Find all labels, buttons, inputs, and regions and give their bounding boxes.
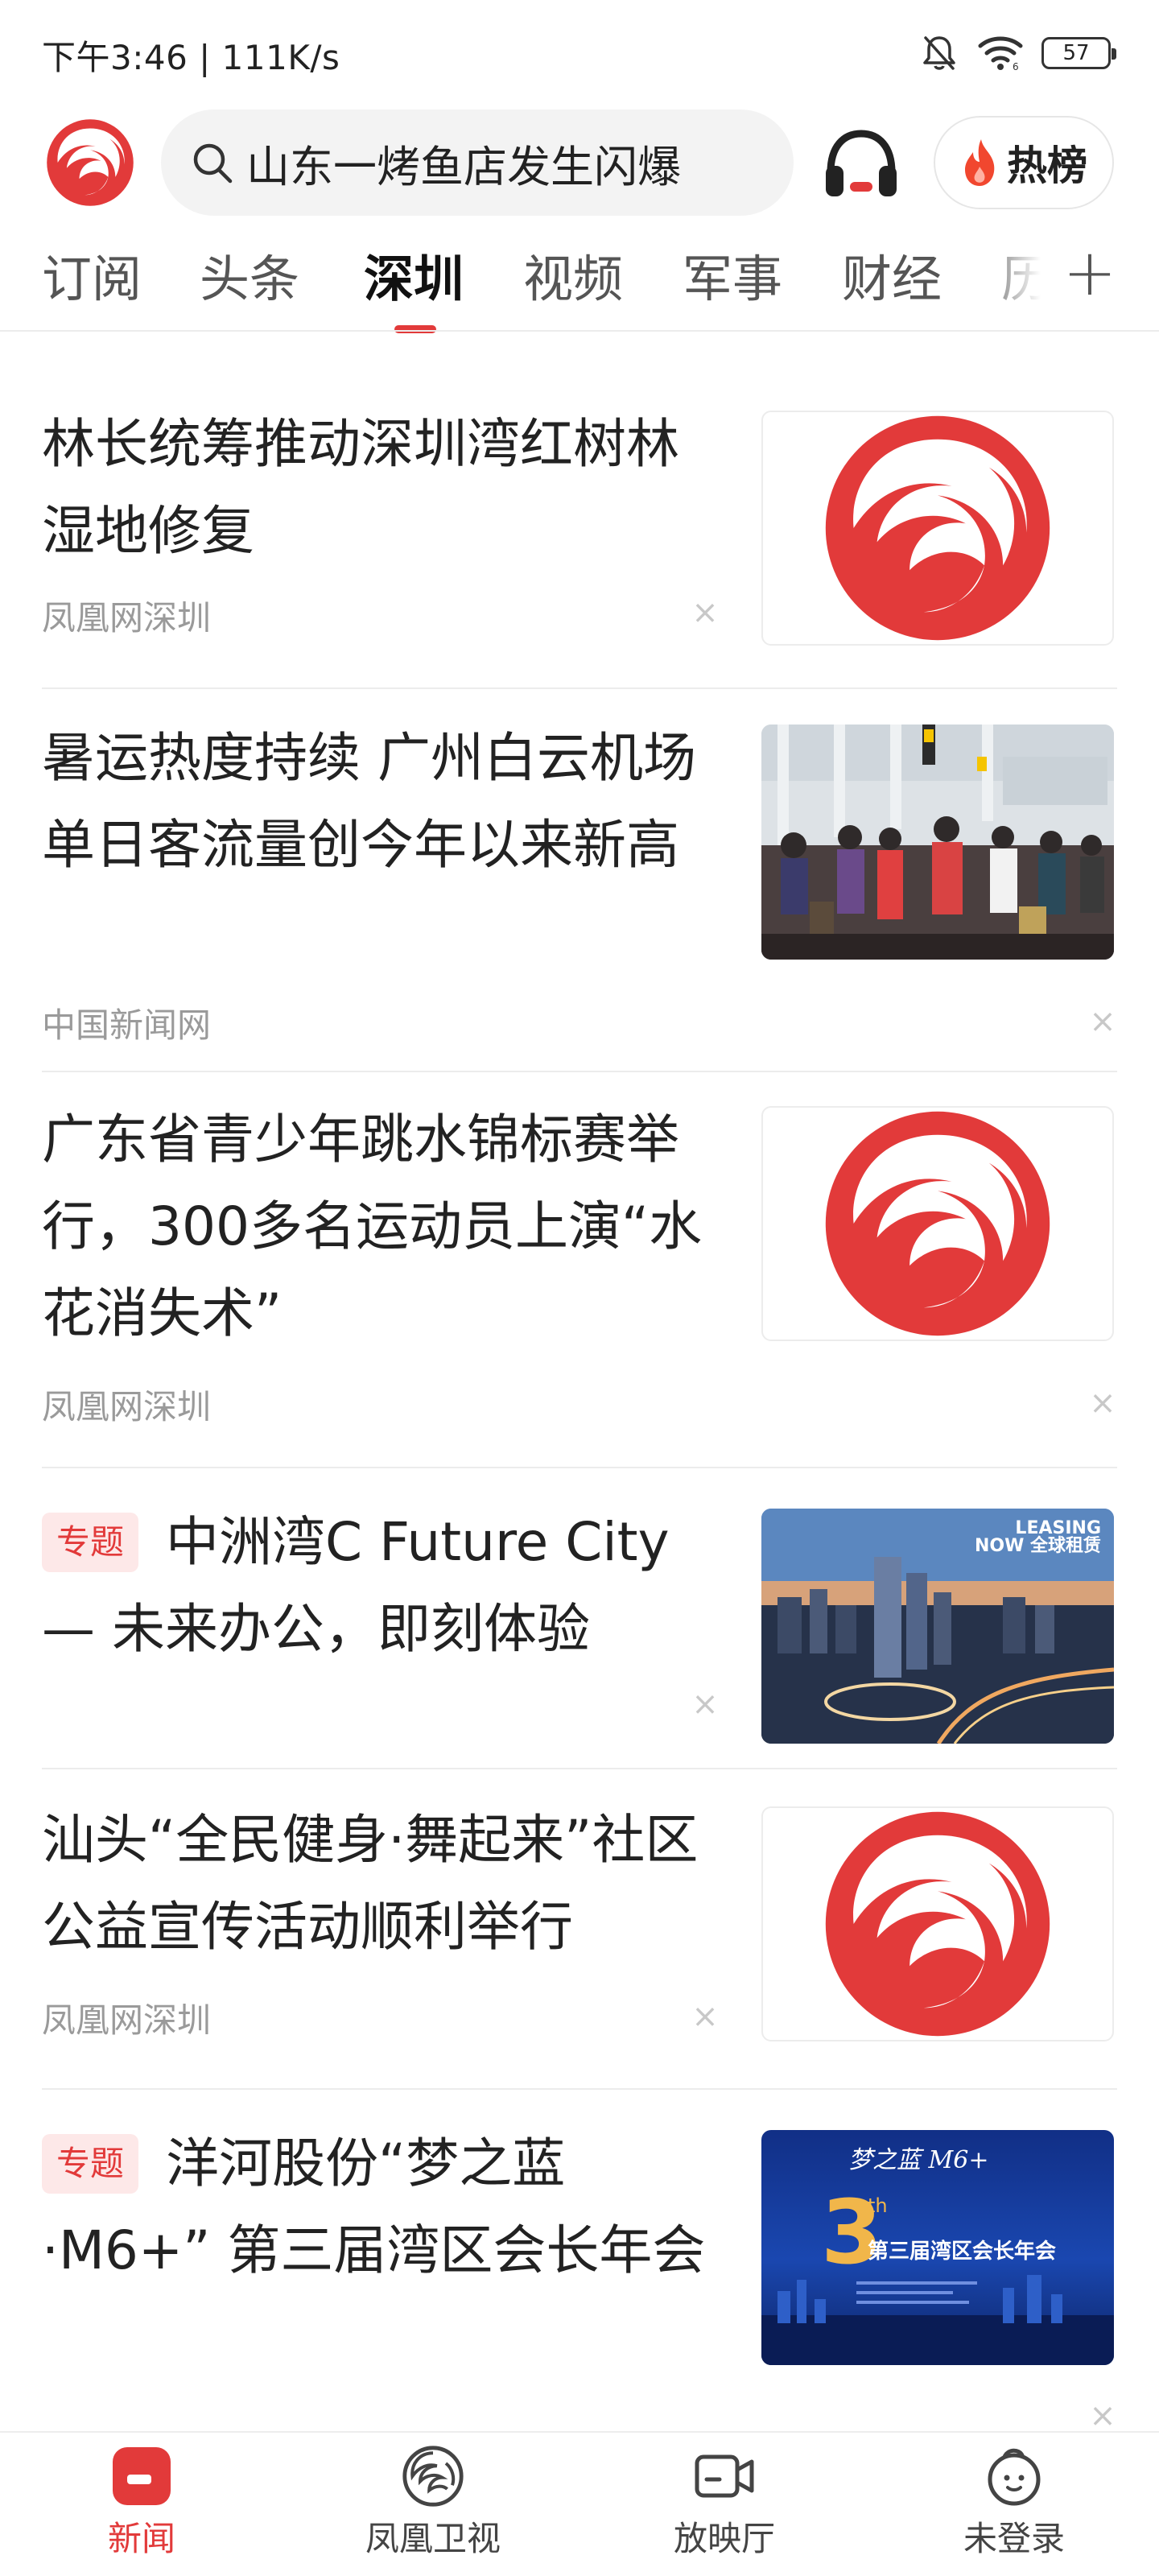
poster-skyline-image: [761, 2275, 1114, 2365]
video-camera-icon: [695, 2454, 754, 2498]
airport-photo-image: [761, 724, 1114, 960]
battery-level: 57: [1062, 41, 1090, 65]
profile-icon: [988, 2448, 1041, 2506]
add-channel-button[interactable]: +: [1061, 238, 1119, 311]
active-tab-indicator: [394, 325, 436, 333]
status-time-speed: 下午3:46 | 111K/s: [42, 38, 340, 77]
news-title[interactable]: 汕头“全民健身·舞起来”社区公益宣传活动顺利举行: [42, 1797, 718, 1971]
status-bar: 下午3:46 | 111K/s 6 57: [0, 0, 1159, 105]
nav-phoenix-tv[interactable]: 凤凰卫视: [336, 2444, 530, 2573]
leasing-tag: LEASING NOW 全球租赁: [975, 1520, 1101, 1555]
news-thumbnail[interactable]: [761, 1806, 1114, 2041]
tabs-fade-overlay: [974, 238, 1062, 319]
leasing-tag-line2: NOW 全球租赁: [974, 1536, 1101, 1556]
dismiss-button[interactable]: ×: [689, 594, 721, 631]
nav-news-label: 新闻: [107, 2519, 175, 2558]
news-item[interactable]: 暑运热度持续 广州白云机场单日客流量创今年以来新高 中国新闻网 ×: [0, 715, 1159, 1061]
tab-headlines[interactable]: 头条: [200, 238, 299, 311]
headphones-icon[interactable]: [823, 127, 900, 200]
tab-video[interactable]: 视频: [523, 238, 623, 311]
hotlist-label: 热榜: [1007, 142, 1087, 189]
news-thumbnail[interactable]: [761, 1106, 1114, 1341]
item-divider: [42, 1071, 1117, 1072]
news-title[interactable]: 专题 洋河股份“梦之蓝·M6+” 第三届湾区会长年会: [42, 2120, 718, 2294]
search-bar[interactable]: 山东一烤鱼店发生闪爆: [161, 109, 794, 216]
dismiss-button[interactable]: ×: [1087, 1003, 1119, 1040]
wifi-icon: 6: [978, 36, 1023, 72]
tab-shenzhen[interactable]: 深圳: [364, 238, 464, 311]
news-item[interactable]: 广东省青少年跳水锦标赛举行，300多名运动员上演“水花消失术” 凤凰网深圳 ×: [0, 1096, 1159, 1451]
phoenix-logo-icon[interactable]: [45, 118, 135, 208]
topic-badge: 专题: [42, 2134, 139, 2194]
tabs-divider: [0, 330, 1159, 332]
nav-theater-label: 放映厅: [673, 2519, 775, 2558]
item-divider: [42, 2088, 1117, 2090]
news-thumbnail[interactable]: LEASING NOW 全球租赁: [761, 1509, 1114, 1744]
news-thumbnail[interactable]: [761, 724, 1114, 960]
phoenix-logo-icon: [825, 1111, 1050, 1336]
tab-subscribe[interactable]: 订阅: [42, 238, 142, 311]
news-title[interactable]: 专题 中洲湾C Future City — 未来办公，即刻体验: [42, 1499, 718, 1673]
search-icon: [193, 143, 233, 184]
nav-phoenix-tv-label: 凤凰卫视: [365, 2519, 501, 2558]
app-header: 山东一烤鱼店发生闪爆 热榜: [0, 109, 1159, 222]
news-title[interactable]: 广东省青少年跳水锦标赛举行，300多名运动员上演“水花消失术”: [42, 1096, 718, 1357]
news-title-text: 洋河股份“梦之蓝·M6+” 第三届湾区会长年会: [42, 2132, 706, 2281]
dismiss-button[interactable]: ×: [689, 1998, 721, 2035]
item-divider: [42, 687, 1117, 689]
phoenix-tv-icon: [402, 2446, 464, 2507]
news-item[interactable]: 汕头“全民健身·舞起来”社区公益宣传活动顺利举行 凤凰网深圳 ×: [0, 1797, 1159, 2087]
phoenix-logo-icon: [825, 415, 1050, 641]
tab-military[interactable]: 军事: [683, 238, 782, 311]
hotlist-button[interactable]: 热榜: [934, 116, 1114, 209]
dismiss-button[interactable]: ×: [1087, 2397, 1119, 2434]
bottom-navigation: 新闻 凤凰卫视 放映厅 未登录: [0, 2431, 1159, 2576]
nav-profile[interactable]: 未登录: [918, 2444, 1111, 2573]
news-source: 凤凰网深圳: [42, 2000, 212, 2040]
news-icon: [113, 2447, 171, 2505]
nav-profile-label: 未登录: [963, 2519, 1065, 2558]
news-thumbnail[interactable]: [761, 411, 1114, 646]
flame-icon: [965, 139, 995, 186]
battery-indicator: 57: [1041, 37, 1116, 69]
news-item[interactable]: 专题 中洲湾C Future City — 未来办公，即刻体验 × LEASIN…: [0, 1499, 1159, 1757]
item-divider: [42, 1467, 1117, 1468]
dismiss-button[interactable]: ×: [689, 1686, 721, 1723]
news-title[interactable]: 暑运热度持续 广州白云机场单日客流量创今年以来新高: [42, 715, 718, 889]
nav-theater[interactable]: 放映厅: [628, 2444, 821, 2573]
news-item[interactable]: 专题 洋河股份“梦之蓝·M6+” 第三届湾区会长年会 × 梦之蓝 M6+ 3 th…: [0, 2120, 1159, 2434]
tab-finance[interactable]: 财经: [842, 238, 942, 311]
topic-badge: 专题: [42, 1513, 139, 1572]
nav-news[interactable]: 新闻: [45, 2444, 238, 2573]
status-icons: 6 57: [919, 29, 1116, 77]
phoenix-logo-icon: [825, 1811, 1050, 2037]
search-query-text: 山东一烤鱼店发生闪爆: [246, 141, 681, 192]
dismiss-button[interactable]: ×: [1087, 1385, 1119, 1422]
news-source: 凤凰网深圳: [42, 598, 212, 638]
svg-text:6: 6: [1013, 61, 1019, 72]
news-item[interactable]: 林长统筹推动深圳湾红树林湿地修复 凤凰网深圳 ×: [0, 401, 1159, 683]
channel-tabs: 订阅 头条 深圳 视频 军事 财经 历 +: [0, 238, 1159, 333]
news-thumbnail[interactable]: 梦之蓝 M6+ 3 th 第三届湾区会长年会: [761, 2130, 1114, 2365]
news-title[interactable]: 林长统筹推动深圳湾红树林湿地修复: [42, 401, 718, 575]
mute-bell-icon: [923, 36, 955, 70]
news-source: 中国新闻网: [42, 1005, 212, 1045]
leasing-tag-line1: LEASING: [1015, 1518, 1101, 1538]
news-source: 凤凰网深圳: [42, 1387, 212, 1426]
item-divider: [42, 1768, 1117, 1769]
